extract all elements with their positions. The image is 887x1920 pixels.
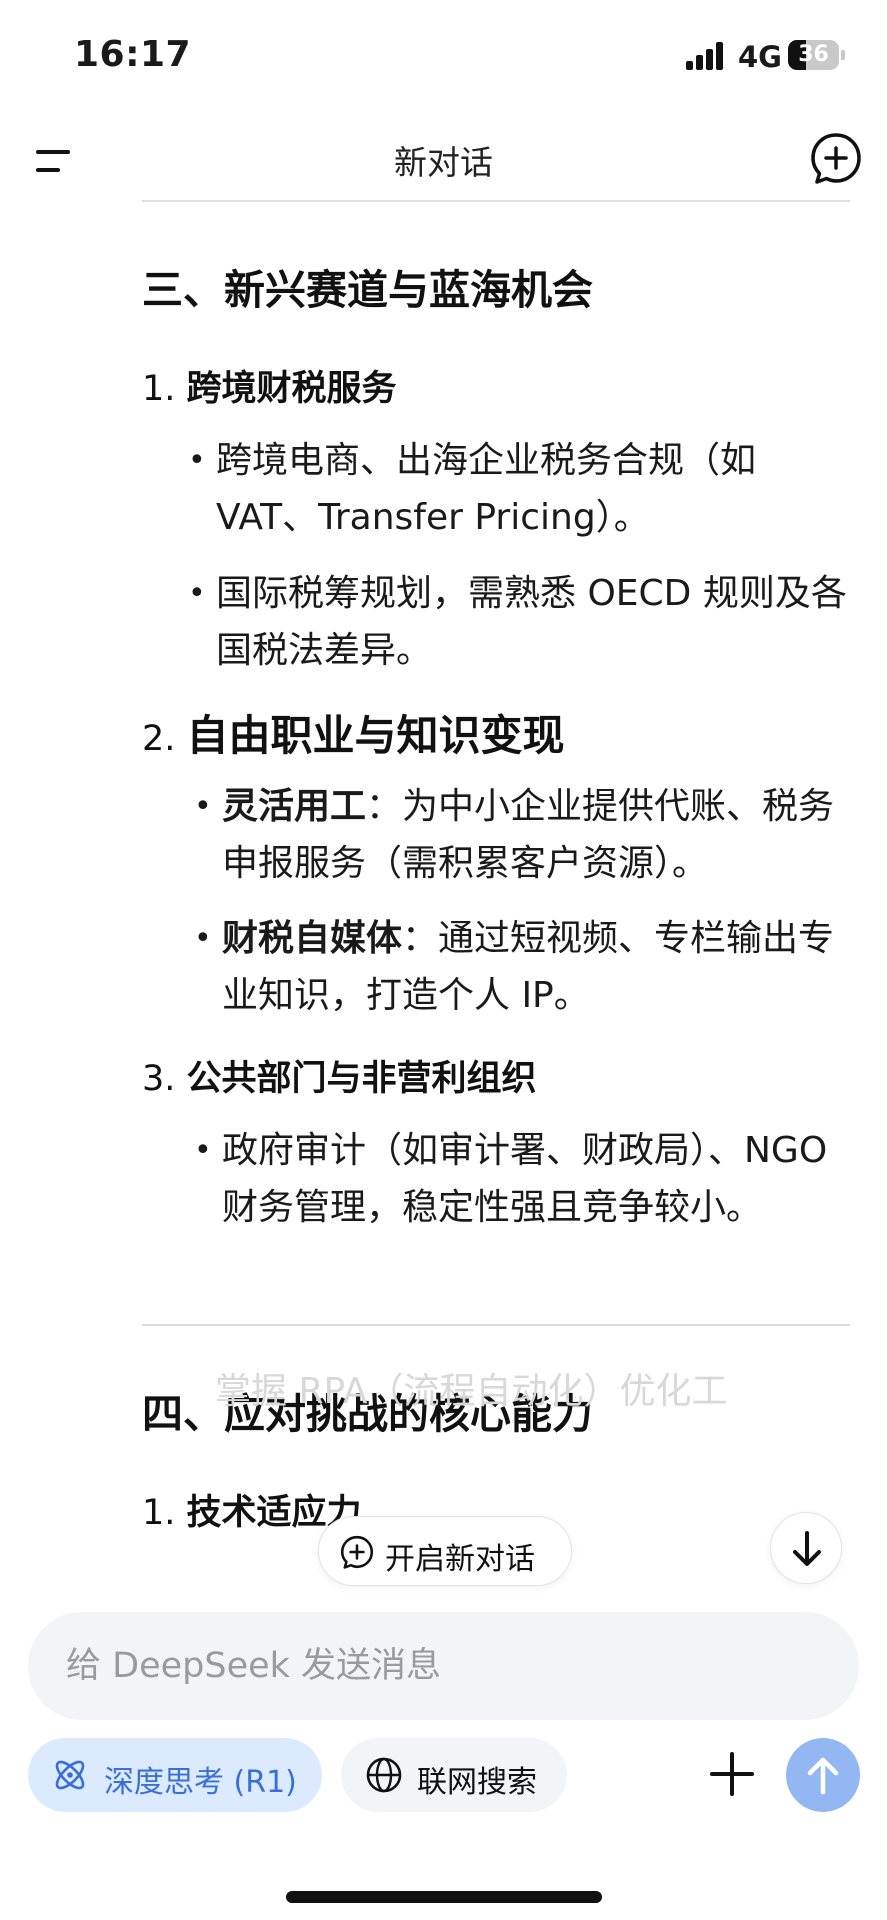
- globe-icon: [366, 1757, 402, 1793]
- bullet-bold: 灵活用工: [222, 786, 367, 827]
- nav-divider: [142, 200, 850, 202]
- deep-think-toggle[interactable]: 深度思考 (R1): [28, 1738, 322, 1812]
- list-number: 2.: [142, 719, 176, 759]
- message-input[interactable]: [28, 1612, 859, 1720]
- plus-icon[interactable]: [704, 1746, 760, 1802]
- list-title: 公共部门与非营利组织: [186, 1059, 537, 1099]
- arrow-up-icon: [807, 1757, 839, 1795]
- bullet-text: 政府审计（如审计署、财政局）、NGO 财务管理，稳定性强且竞争较小。: [222, 1130, 828, 1228]
- new-chat-label: 开启新对话: [385, 1542, 535, 1577]
- list-number: 3.: [142, 1059, 176, 1099]
- atom-icon: [55, 1760, 85, 1790]
- status-bar: 16:17 4G 36: [0, 0, 887, 110]
- new-chat-icon[interactable]: [808, 130, 864, 186]
- bullet-bold: 财税自媒体: [222, 918, 403, 959]
- list-title: 跨境财税服务: [186, 369, 397, 409]
- new-chat-button[interactable]: 开启新对话: [318, 1516, 572, 1586]
- list-number: 1.: [142, 369, 176, 409]
- cellular-signal-icon: [686, 42, 726, 70]
- list-title: 自由职业与知识变现: [186, 711, 565, 760]
- list-item-title: 2. 自由职业与知识变现: [142, 702, 565, 763]
- page-title: 新对话: [394, 143, 493, 182]
- arrow-down-icon: [793, 1531, 821, 1566]
- web-search-label: 联网搜索: [417, 1765, 537, 1800]
- bullet-text: 国际税筹规划，需熟悉 OECD 规则及各国税法差异。: [216, 573, 847, 671]
- section-heading: 三、新兴赛道与蓝海机会: [142, 266, 593, 314]
- list-item-title: 1. 跨境财税服务: [142, 360, 397, 411]
- list-item-title: 3. 公共部门与非营利组织: [142, 1050, 537, 1101]
- faded-bullet-text: 掌握 RPA（流程自动化）优化工: [215, 1371, 728, 1412]
- battery-icon: 36: [788, 40, 845, 70]
- send-button[interactable]: [786, 1738, 860, 1812]
- network-type: 4G: [738, 40, 782, 74]
- web-search-toggle[interactable]: 联网搜索: [341, 1738, 567, 1812]
- bullet-text: 跨境电商、出海企业税务合规（如VAT、Transfer Pricing）。: [216, 440, 757, 538]
- nav-bar: 新对话: [0, 110, 887, 210]
- battery-level: 36: [798, 42, 829, 67]
- home-indicator: [286, 1891, 602, 1903]
- section-divider: [142, 1324, 850, 1326]
- list-number: 1.: [142, 1493, 176, 1533]
- deep-think-label: 深度思考 (R1): [104, 1765, 297, 1800]
- status-time: 16:17: [74, 34, 192, 75]
- new-chat-icon: [340, 1535, 374, 1569]
- app-screen: 16:17 4G 36 新对话 三、新兴赛道与蓝海机会 1. 跨境财税服务 • …: [0, 0, 887, 1920]
- scroll-down-button[interactable]: [770, 1512, 842, 1584]
